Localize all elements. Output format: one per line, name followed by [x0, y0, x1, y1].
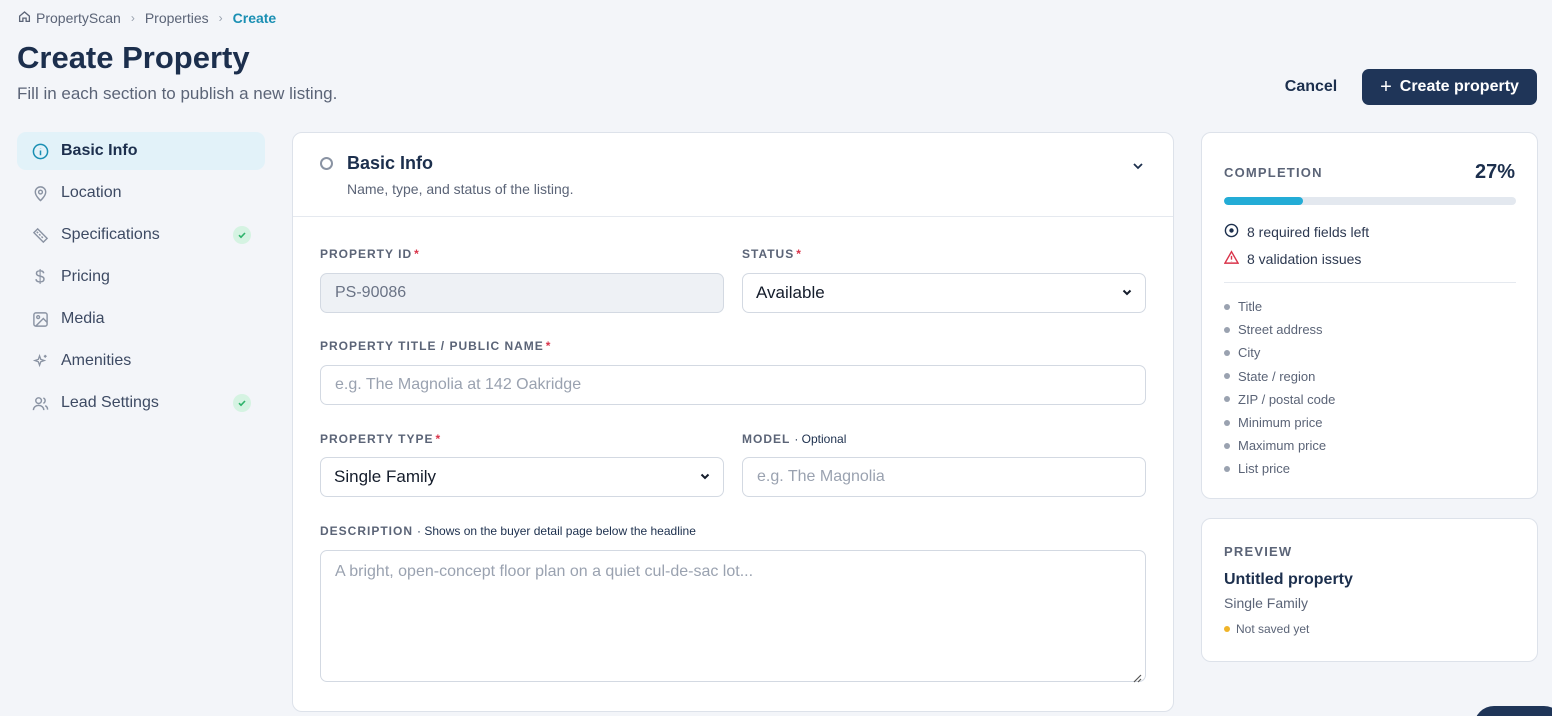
- section-status-icon: [320, 157, 333, 170]
- basic-info-section: Basic Info Name, type, and status of the…: [292, 132, 1174, 712]
- model-label: Model · Optional: [742, 432, 847, 446]
- breadcrumb: PropertyScan › Properties › Create: [18, 10, 276, 26]
- section-description: Name, type, and status of the listing.: [347, 181, 574, 197]
- list-item: City: [1224, 341, 1335, 364]
- section-title: Basic Info: [347, 153, 434, 173]
- preview-type: Single Family: [1224, 595, 1309, 611]
- property-type-select[interactable]: Single Family: [320, 457, 724, 497]
- chevron-down-icon: [699, 467, 711, 487]
- property-title-label: Property Title / Public Name *: [320, 339, 552, 353]
- sidebar-item-media[interactable]: Media: [17, 300, 265, 338]
- image-icon: [31, 310, 49, 328]
- breadcrumb-home[interactable]: PropertyScan: [18, 10, 121, 26]
- preview-status-text: Not saved yet: [1236, 622, 1310, 636]
- description-textarea[interactable]: [320, 550, 1146, 682]
- sidebar-item-specifications[interactable]: Specifications: [17, 216, 265, 254]
- check-icon: [233, 226, 251, 244]
- info-icon: [31, 142, 49, 160]
- preview-panel: Preview Untitled property Single Family …: [1201, 518, 1538, 662]
- property-title-input[interactable]: [320, 365, 1146, 405]
- status-label: Status *: [742, 247, 802, 261]
- ruler-icon: [31, 226, 49, 244]
- preview-title: Untitled property: [1224, 571, 1353, 588]
- cancel-button[interactable]: Cancel: [1272, 70, 1350, 104]
- sidebar-item-label: Media: [61, 310, 105, 327]
- sidebar-item-label: Amenities: [61, 352, 132, 369]
- create-property-button[interactable]: + Create property: [1362, 69, 1537, 105]
- sidebar-item-label: Lead Settings: [61, 394, 159, 411]
- chevron-down-icon: [1121, 283, 1133, 303]
- sidebar-item-label: Location: [61, 184, 122, 201]
- chevron-down-icon[interactable]: [1131, 159, 1145, 178]
- status-dot-icon: [1224, 626, 1230, 632]
- status-select-value: Available: [756, 283, 825, 302]
- list-item: List price: [1224, 457, 1335, 480]
- completion-progress-fill: [1224, 197, 1303, 205]
- status-select[interactable]: Available: [742, 273, 1146, 313]
- description-label: Description · Shows on the buyer detail p…: [320, 524, 696, 538]
- sidebar-item-location[interactable]: Location: [17, 174, 265, 212]
- chevron-right-icon: ›: [130, 11, 135, 25]
- preview-status: Not saved yet: [1224, 622, 1309, 636]
- page-subtitle: Fill in each section to publish a new li…: [17, 84, 338, 103]
- target-icon: [1224, 223, 1239, 241]
- property-id-label: Property ID *: [320, 247, 420, 261]
- map-pin-icon: [31, 184, 49, 202]
- divider: [1224, 282, 1516, 283]
- section-header[interactable]: Basic Info Name, type, and status of the…: [293, 133, 1173, 217]
- breadcrumb-current: Create: [232, 10, 277, 26]
- list-item: Street address: [1224, 318, 1335, 341]
- breadcrumb-properties[interactable]: Properties: [145, 10, 209, 26]
- completion-panel: Completion 27% 8 required fields left 8 …: [1201, 132, 1538, 499]
- check-icon: [233, 394, 251, 412]
- list-item: State / region: [1224, 365, 1335, 388]
- list-item: ZIP / postal code: [1224, 388, 1335, 411]
- validation-issues-text: 8 validation issues: [1247, 251, 1362, 267]
- page-title: Create Property: [17, 40, 250, 75]
- breadcrumb-home-label: PropertyScan: [36, 10, 121, 26]
- sidebar-item-label: Specifications: [61, 226, 160, 243]
- create-property-label: Create property: [1399, 78, 1519, 95]
- property-type-label: Property Type *: [320, 432, 442, 446]
- list-item: Minimum price: [1224, 411, 1335, 434]
- sidebar-item-basic-info[interactable]: Basic Info: [17, 132, 265, 170]
- plus-icon: +: [1380, 76, 1392, 98]
- required-fields-text: 8 required fields left: [1247, 224, 1370, 240]
- home-icon: [18, 10, 31, 26]
- users-icon: [31, 394, 49, 412]
- required-fields-stat: 8 required fields left: [1224, 223, 1369, 241]
- completion-label: Completion: [1224, 165, 1323, 180]
- help-chat-button[interactable]: [1474, 706, 1552, 716]
- sidebar-item-label: Pricing: [61, 268, 110, 285]
- list-item: Title: [1224, 295, 1335, 318]
- resize-handle-icon[interactable]: [1133, 670, 1142, 688]
- sidebar-item-lead-settings[interactable]: Lead Settings: [17, 384, 265, 422]
- preview-label: Preview: [1224, 544, 1293, 559]
- sidebar-item-label: Basic Info: [61, 142, 138, 159]
- model-input[interactable]: [742, 457, 1146, 497]
- sidebar-item-amenities[interactable]: Amenities: [17, 342, 265, 380]
- validation-issues-stat: 8 validation issues: [1223, 250, 1362, 268]
- property-type-value: Single Family: [334, 467, 437, 486]
- sidebar-item-pricing[interactable]: $ Pricing: [17, 258, 265, 296]
- completion-percent: 27%: [1474, 161, 1515, 183]
- list-item: Maximum price: [1224, 434, 1335, 457]
- sparkles-icon: [31, 352, 49, 370]
- chevron-right-icon: ›: [218, 11, 223, 25]
- section-nav: Basic Info Location Specifications $ Pri…: [17, 132, 265, 426]
- property-id-field[interactable]: [320, 273, 724, 313]
- missing-fields-list: Title Street address City State / region…: [1224, 295, 1335, 481]
- warning-icon: [1223, 250, 1240, 268]
- completion-progress-bar: [1224, 197, 1516, 205]
- dollar-icon: $: [34, 266, 45, 287]
